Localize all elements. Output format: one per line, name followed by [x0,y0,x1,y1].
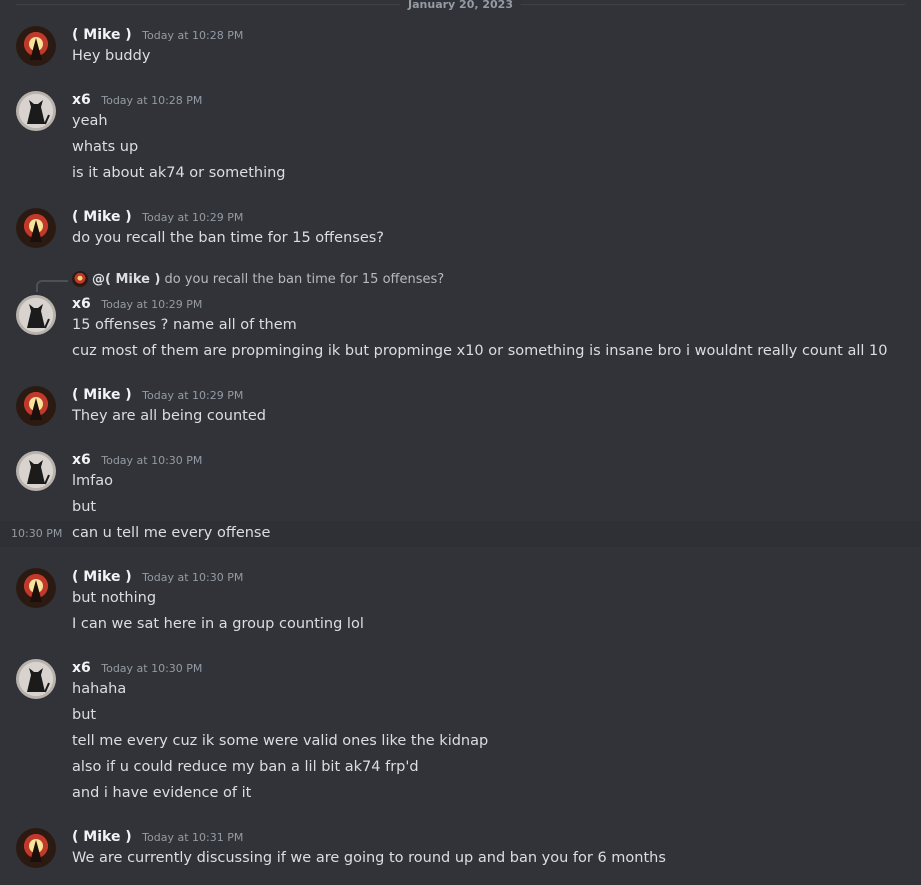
message-text: Hey buddy [72,48,151,64]
username[interactable]: x6 [72,296,91,312]
timestamp: Today at 10:29 PM [142,211,244,224]
timestamp: Today at 10:30 PM [142,571,244,584]
avatar-mike[interactable] [16,26,56,66]
message-text: 15 offenses ? name all of them [72,317,297,333]
username[interactable]: ( Mike ) [72,387,132,403]
avatar-mike[interactable] [16,828,56,868]
message-text: yeah [72,113,108,129]
timestamp: Today at 10:29 PM [142,389,244,402]
message-text: but [72,707,97,723]
message-text: but nothing [72,590,157,606]
message-text: cuz most of them are propminging ik but … [72,343,888,359]
timestamp: Today at 10:31 PM [142,831,244,844]
timestamp: Today at 10:28 PM [142,29,244,42]
reply-avatar [72,271,88,287]
hover-timestamp: 10:30 PM [11,527,63,540]
message-text: tell me every cuz ik some were valid one… [72,733,489,749]
timestamp: Today at 10:30 PM [101,454,203,467]
username[interactable]: ( Mike ) [72,27,132,43]
avatar-x6[interactable] [16,91,56,131]
avatar-x6[interactable] [16,659,56,699]
message-text: can u tell me every offense [72,525,271,541]
message-text: We are currently discussing if we are go… [72,850,666,866]
username[interactable]: x6 [72,660,91,676]
message-group: @( Mike ) do you recall the ban time for… [0,271,921,367]
message-text: but [72,499,97,515]
message-group: ( Mike ) Today at 10:29 PM do you recall… [0,208,921,254]
message-text: They are all being counted [72,408,266,424]
username[interactable]: x6 [72,92,91,108]
avatar-x6[interactable] [16,295,56,335]
message-group: ( Mike ) Today at 10:29 PM They are all … [0,386,921,432]
avatar-mike[interactable] [16,386,56,426]
reply-preview[interactable]: @( Mike ) do you recall the ban time for… [72,271,444,287]
avatar-mike[interactable] [16,208,56,248]
message-text: do you recall the ban time for 15 offens… [72,230,384,246]
message-group: ( Mike ) Today at 10:28 PM Hey buddy [0,26,921,72]
message-text: also if u could reduce my ban a lil bit … [72,759,419,775]
message-text: I can we sat here in a group counting lo… [72,616,364,632]
message-group: x6 Today at 10:30 PM lmfao but 10:30 PM … [0,451,921,551]
date-divider: January 20, 2023 [16,0,905,11]
timestamp: Today at 10:30 PM [101,662,203,675]
message-group: ( Mike ) Today at 10:30 PM but nothing I… [0,568,921,640]
message-text: and i have evidence of it [72,785,252,801]
message-group: x6 Today at 10:28 PM yeah whats up is it… [0,91,921,191]
username[interactable]: ( Mike ) [72,829,132,845]
username[interactable]: ( Mike ) [72,209,132,225]
message-text: whats up [72,139,139,155]
timestamp: Today at 10:29 PM [101,298,203,311]
reply-mention[interactable]: @( Mike ) [92,272,160,287]
date-divider-label: January 20, 2023 [400,0,521,11]
message-group: x6 Today at 10:30 PM hahaha but tell me … [0,659,921,809]
message-group: ( Mike ) Today at 10:31 PM We are curren… [0,828,921,874]
message-text: hahaha [72,681,127,697]
message-text: lmfao [72,473,114,489]
username[interactable]: x6 [72,452,91,468]
reply-spine [36,280,68,292]
username[interactable]: ( Mike ) [72,569,132,585]
timestamp: Today at 10:28 PM [101,94,203,107]
avatar-x6[interactable] [16,451,56,491]
message-text: is it about ak74 or something [72,165,286,181]
reply-text[interactable]: do you recall the ban time for 15 offens… [164,272,444,287]
avatar-mike[interactable] [16,568,56,608]
